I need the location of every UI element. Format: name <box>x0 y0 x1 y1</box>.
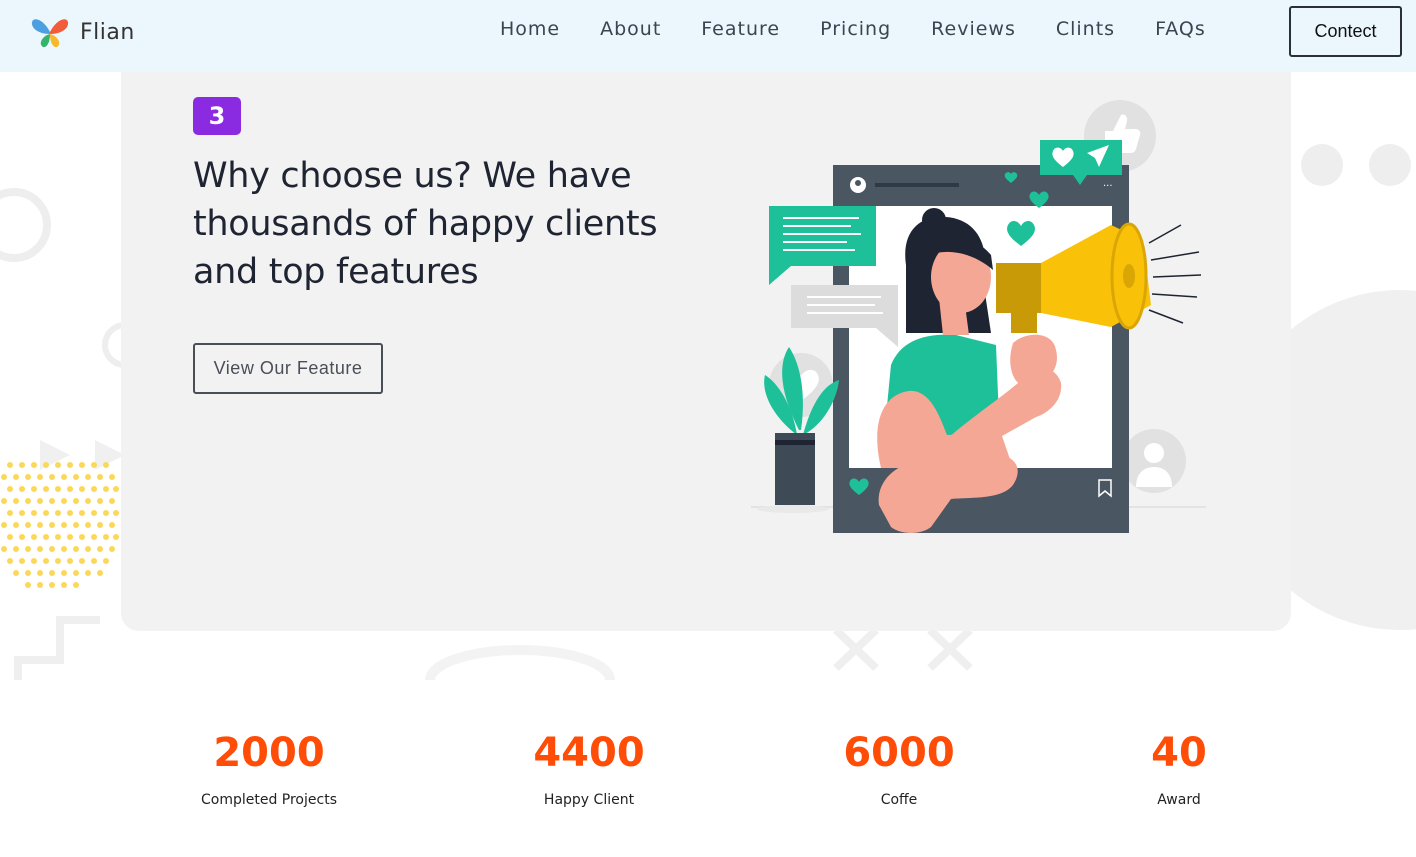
hero-title: Why choose us? We have thousands of happ… <box>193 156 658 292</box>
stat-completed-projects: 2000 Completed Projects <box>139 720 399 808</box>
stat-label: Completed Projects <box>200 792 337 808</box>
stat-label: Coffe <box>880 792 918 808</box>
nav-feature[interactable]: Feature <box>701 18 780 40</box>
svg-text:···: ··· <box>1103 181 1113 192</box>
site-header: Flian Home About Feature Pricing Reviews… <box>0 0 1416 72</box>
stat-award: 40 Award <box>1049 720 1309 808</box>
stat-coffe: 6000 Coffe <box>769 720 1029 808</box>
stat-label: Happy Client <box>543 792 635 808</box>
contact-button[interactable]: Contect <box>1289 6 1402 57</box>
brand-name: Flian <box>80 19 135 45</box>
nav-faqs[interactable]: FAQs <box>1155 18 1206 40</box>
chat-bubble-teal <box>769 206 876 266</box>
butterfly-logo-icon <box>31 19 69 48</box>
view-feature-button[interactable]: View Our Feature <box>193 343 383 394</box>
step-badge: 3 <box>193 97 241 135</box>
woman-with-megaphone-illustration: ··· <box>751 100 1206 533</box>
stat-value: 2000 <box>213 730 325 776</box>
nav-clints[interactable]: Clints <box>1056 18 1115 40</box>
nav-reviews[interactable]: Reviews <box>931 18 1016 40</box>
stat-value: 6000 <box>843 730 955 776</box>
stats-section: 2000 Completed Projects 4400 Happy Clien… <box>0 720 1416 830</box>
nav-pricing[interactable]: Pricing <box>820 18 891 40</box>
like-send-bubble <box>1040 140 1122 175</box>
stat-value: 4400 <box>533 730 645 776</box>
hero-section: 3 Why choose us? We have thousands of ha… <box>121 60 1291 631</box>
nav-home[interactable]: Home <box>500 18 560 40</box>
chat-bubble-grey <box>791 285 898 328</box>
stat-value: 40 <box>1151 730 1207 776</box>
brand-logo[interactable]: Flian <box>30 14 135 50</box>
nav-about[interactable]: About <box>600 18 661 40</box>
stat-label: Award <box>1157 792 1201 808</box>
main-nav: Home About Feature Pricing Reviews Clint… <box>500 18 1246 40</box>
stat-happy-client: 4400 Happy Client <box>459 720 719 808</box>
